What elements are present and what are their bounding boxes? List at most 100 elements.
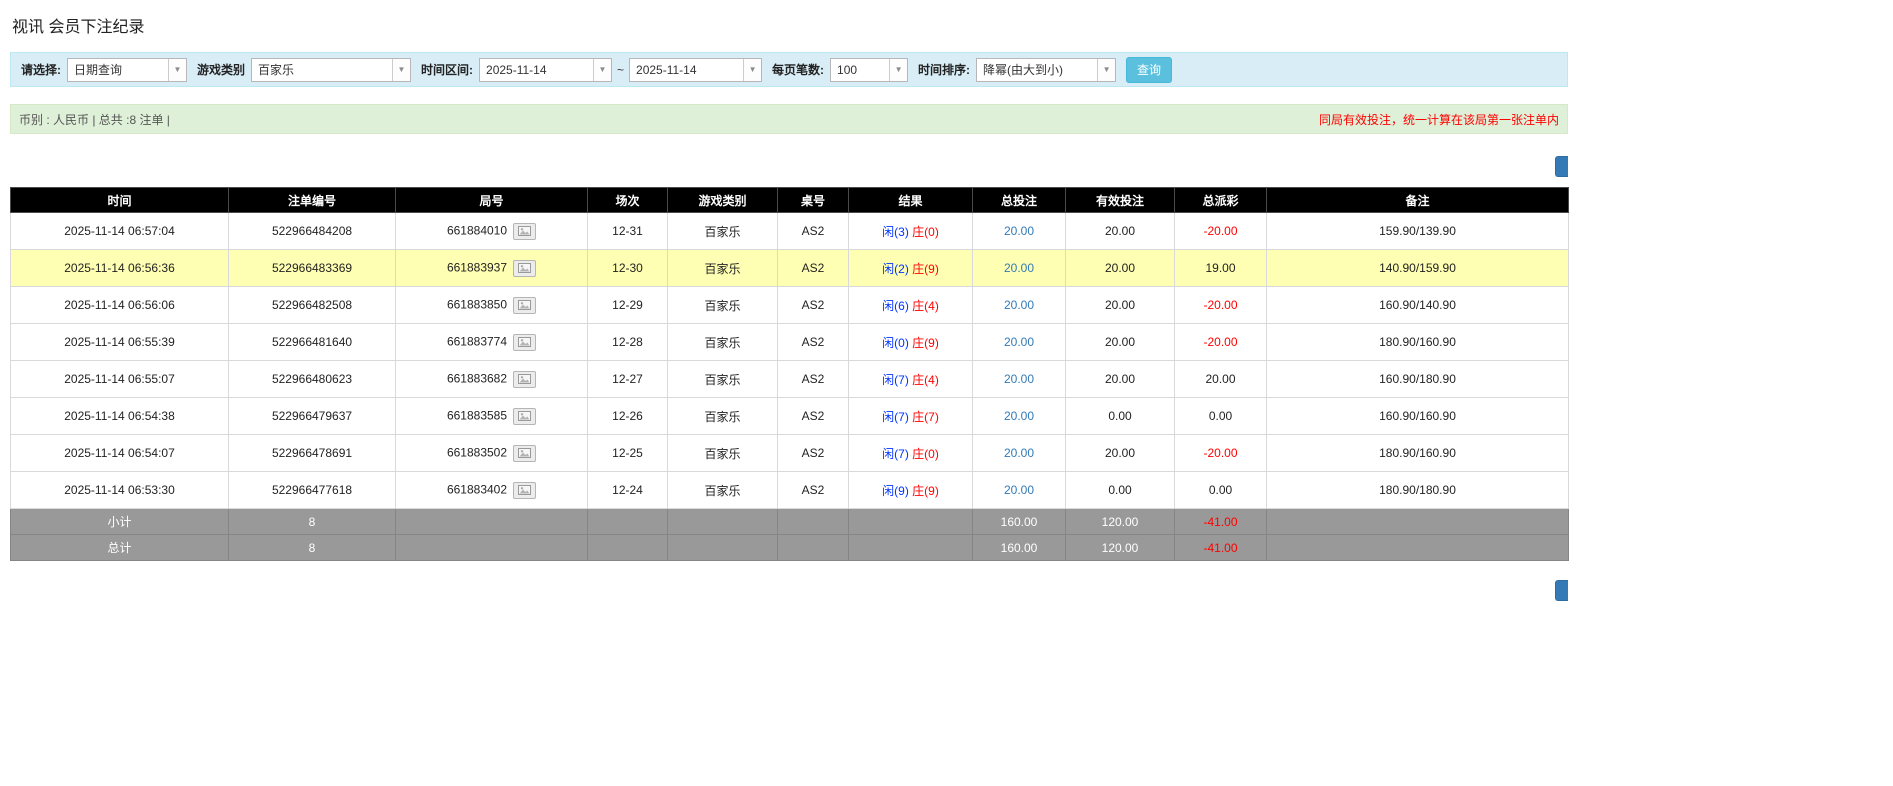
cell-payout: 19.00 [1174,249,1267,287]
table-toolbar-bottom [10,580,1568,601]
total-bet-link[interactable]: 20.00 [1004,446,1034,460]
video-replay-icon [518,337,532,347]
cell-valid-bet: 20.00 [1065,286,1175,324]
cell-total-bet: 20.00 [972,397,1066,435]
cell-remark: 160.90/180.90 [1266,360,1569,398]
date-from-input[interactable] [480,58,594,81]
footer-payout: -41.00 [1174,508,1267,535]
cell-total-bet: 20.00 [972,212,1066,250]
page-size-input[interactable] [831,58,890,81]
search-button[interactable]: 查询 [1126,56,1173,83]
game-type-input[interactable] [252,58,393,81]
round-number: 661884010 [446,223,508,238]
total-bet-link[interactable]: 20.00 [1004,335,1034,349]
cell-remark: 159.90/139.90 [1266,212,1569,250]
video-replay-button[interactable] [513,222,537,240]
result-banker: 庄(9) [912,261,939,276]
cell-result: 闲(6) 庄(4) [848,286,973,324]
cell-round-id: 661883682 [395,360,588,398]
column-header: 结果 [848,187,973,213]
time-sort-input[interactable] [977,58,1098,81]
time-sort-combobox: ▼ [976,57,1117,82]
result-player: 闲(0) [882,335,909,350]
total-bet-link[interactable]: 20.00 [1004,224,1034,238]
chevron-down-icon[interactable]: ▼ [593,58,612,81]
cell-total-bet: 20.00 [972,471,1066,509]
chevron-down-icon[interactable]: ▼ [392,58,411,81]
column-header: 局号 [395,187,588,213]
total-bet-link[interactable]: 20.00 [1004,372,1034,386]
cell-bet-id: 522966479637 [228,397,396,435]
currency-summary-text: 币别 : 人民币 | 总共 :8 注单 | [19,112,170,127]
video-replay-icon [518,411,532,421]
table-row: 2025-11-14 06:57:04 522966484208 661884010… [10,212,1569,250]
table-corner-button-bottom[interactable] [1555,580,1568,601]
video-replay-button[interactable] [513,370,537,388]
date-range-separator: ~ [617,62,625,77]
total-bet-link[interactable]: 20.00 [1004,298,1034,312]
total-bet-link[interactable]: 20.00 [1004,483,1034,497]
cell-table-number: AS2 [777,360,849,398]
cell-time: 2025-11-14 06:55:07 [10,360,229,398]
total-bet-link[interactable]: 20.00 [1004,409,1034,423]
cell-result: 闲(9) 庄(9) [848,471,973,509]
date-to-combobox: ▼ [629,57,763,82]
cell-game-type: 百家乐 [667,434,778,472]
round-number: 661883937 [446,260,508,275]
video-replay-button[interactable] [513,333,537,351]
page: 视讯 会员下注纪录 请选择: ▼ 游戏类别 ▼ 时间区间: ▼ ~ ▼ 每页笔数… [0,0,1578,601]
page-title: 视讯 会员下注纪录 [12,19,145,36]
cell-payout: -20.00 [1174,434,1267,472]
table-toolbar-top [10,156,1568,177]
table-row: 2025-11-14 06:54:38 522966479637 661883585… [10,397,1569,435]
footer-empty-cell [777,534,849,561]
video-replay-button[interactable] [513,407,537,425]
date-range-label: 时间区间: [421,63,474,77]
table-corner-button-top[interactable] [1555,156,1568,177]
cell-valid-bet: 20.00 [1065,360,1175,398]
video-replay-icon [518,448,532,458]
chevron-down-icon[interactable]: ▼ [168,58,186,81]
video-replay-button[interactable] [513,296,537,314]
round-number: 661883850 [446,297,508,312]
footer-empty-cell [777,508,849,535]
round-number: 661883774 [446,334,508,349]
cell-session: 12-24 [587,471,668,509]
cell-total-bet: 20.00 [972,286,1066,324]
cell-bet-id: 522966482508 [228,286,396,324]
chevron-down-icon[interactable]: ▼ [1097,58,1116,81]
cell-remark: 160.90/160.90 [1266,397,1569,435]
cell-bet-id: 522966478691 [228,434,396,472]
video-replay-button[interactable] [513,259,537,277]
date-to-input[interactable] [630,58,744,81]
cell-remark: 180.90/160.90 [1266,434,1569,472]
round-number: 661883502 [446,445,508,460]
footer-label: 小计 [10,508,229,535]
table-row: 2025-11-14 06:55:07 522966480623 661883682… [10,360,1569,398]
cell-table-number: AS2 [777,397,849,435]
cell-valid-bet: 0.00 [1065,471,1175,509]
column-header: 总派彩 [1174,187,1267,213]
footer-remark [1266,508,1569,535]
game-type-label: 游戏类别 [197,63,246,77]
cell-time: 2025-11-14 06:53:30 [10,471,229,509]
chevron-down-icon[interactable]: ▼ [743,58,762,81]
cell-round-id: 661883850 [395,286,588,324]
video-replay-button[interactable] [513,444,537,462]
chevron-down-icon[interactable]: ▼ [889,58,908,81]
video-replay-button[interactable] [513,481,537,499]
video-replay-icon [518,226,532,236]
cell-valid-bet: 20.00 [1065,249,1175,287]
cell-bet-id: 522966481640 [228,323,396,361]
total-bet-link[interactable]: 20.00 [1004,261,1034,275]
cell-table-number: AS2 [777,434,849,472]
page-size-label: 每页笔数: [772,63,825,77]
page-size-combobox: ▼ [830,57,909,82]
cell-round-id: 661883502 [395,434,588,472]
cell-time: 2025-11-14 06:54:38 [10,397,229,435]
query-type-input[interactable] [68,58,168,81]
cell-remark: 180.90/160.90 [1266,323,1569,361]
result-banker: 庄(4) [912,372,939,387]
cell-bet-id: 522966480623 [228,360,396,398]
footer-empty-cell [667,534,778,561]
